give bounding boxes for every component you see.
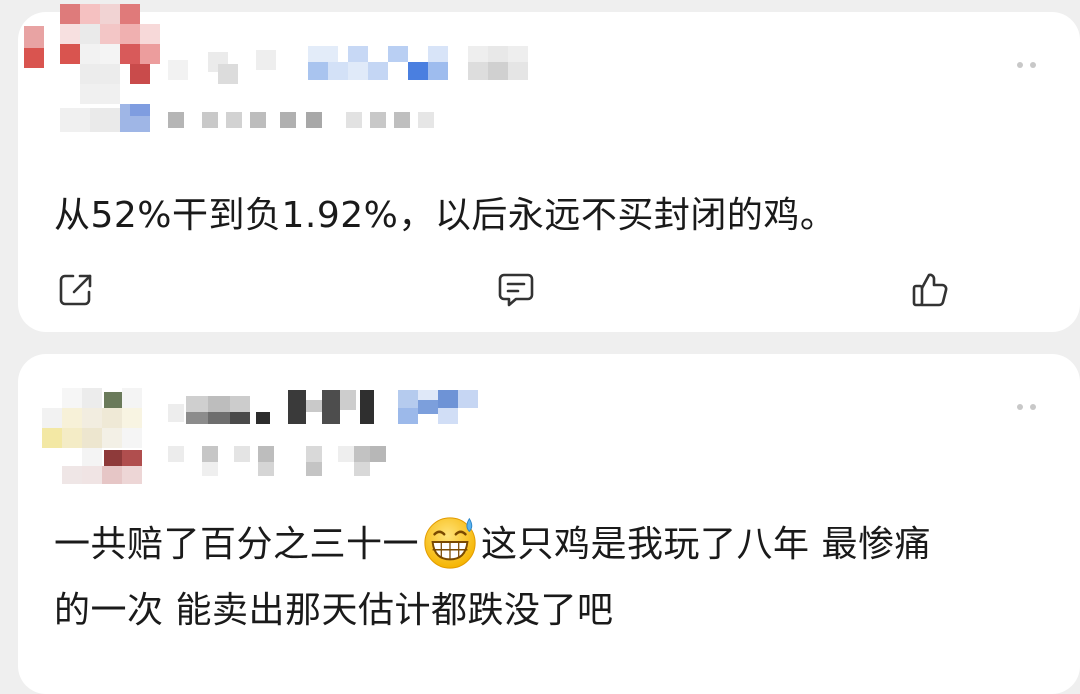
avatar[interactable] <box>24 4 174 134</box>
avatar[interactable] <box>42 388 174 484</box>
more-options-icon[interactable] <box>1014 60 1040 70</box>
share-icon <box>59 274 92 306</box>
share-button[interactable] <box>56 270 96 310</box>
comment-card: 从52%干到负1.92%，以后永远不买封闭的鸡。 <box>18 4 1080 332</box>
comment-card: 一共赔了百分之三十一 这只鸡是我玩了八年 最惨痛 的一次 能卖出那天估计都跌没了… <box>18 354 1080 694</box>
thumbs-up-icon <box>912 273 948 307</box>
comment-text: 从52%干到负1.92%，以后永远不买封闭的鸡。 <box>54 195 837 236</box>
like-button[interactable] <box>910 270 950 310</box>
more-options-icon[interactable] <box>1014 402 1040 412</box>
comment-icon <box>498 273 534 307</box>
comment-text-after-emoji: 这只鸡是我玩了八年 最惨痛 <box>481 524 931 565</box>
grinning-sweat-emoji <box>424 517 476 569</box>
username[interactable] <box>168 390 498 430</box>
post-meta <box>168 446 386 476</box>
post-meta <box>168 112 434 128</box>
comment-text-line-2: 的一次 能卖出那天估计都跌没了吧 <box>54 590 614 631</box>
comment-text-line-1: 一共赔了百分之三十一 这只鸡是我玩了八年 最惨痛 <box>54 516 931 574</box>
username[interactable] <box>168 46 548 86</box>
comment-button[interactable] <box>496 270 536 310</box>
comment-text-before-emoji: 一共赔了百分之三十一 <box>54 524 420 565</box>
